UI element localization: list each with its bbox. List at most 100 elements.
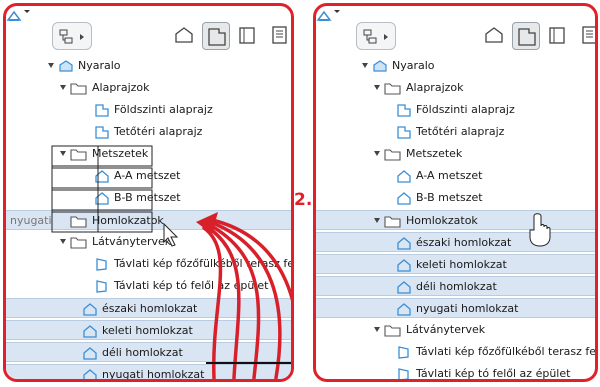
perspective-icon bbox=[398, 368, 409, 379]
step-label-2: 2. bbox=[294, 190, 313, 210]
tree-item-aa[interactable]: A-A metszet bbox=[6, 166, 291, 186]
tree-item-label: Nyaralo bbox=[78, 59, 121, 72]
tree-item-label: nyugati homlokzat bbox=[102, 368, 205, 381]
floor-plan-icon bbox=[95, 104, 109, 117]
elevation-icon bbox=[83, 325, 97, 338]
tree-item-label: Földszinti alaprajz bbox=[416, 103, 515, 116]
tree-item-label: B-B metszet bbox=[416, 191, 483, 204]
view-map-tab[interactable] bbox=[202, 22, 230, 50]
tree-folder-alaprajzok[interactable]: Alaprajzok bbox=[316, 78, 595, 98]
tree-menu-button[interactable] bbox=[52, 22, 92, 50]
perspective-icon bbox=[398, 346, 409, 359]
project-map-tab[interactable] bbox=[480, 22, 508, 50]
publisher-sets-tab[interactable] bbox=[266, 22, 291, 50]
expand-arrow-icon[interactable] bbox=[362, 63, 368, 68]
expand-arrow-icon[interactable] bbox=[374, 327, 380, 332]
tree-item-eszaki[interactable]: északi homlokzat bbox=[316, 232, 595, 252]
tree-item-keleti[interactable]: keleti homlokzat bbox=[316, 254, 595, 274]
elevation-icon bbox=[397, 303, 411, 316]
floor-plan-icon bbox=[95, 126, 109, 139]
perspective-icon bbox=[96, 280, 107, 293]
tree-item-label: A-A metszet bbox=[416, 169, 483, 182]
elevation-icon bbox=[83, 303, 97, 316]
project-house-icon bbox=[373, 60, 387, 72]
tree-item-label: Alaprajzok bbox=[92, 81, 150, 94]
tree-item-tavlati2[interactable]: Távlati kép tó felől az épület bbox=[6, 276, 291, 296]
tree-item-label: déli homlokzat bbox=[102, 346, 183, 359]
navigator-panel-before: Nyaralo Alaprajzok Földszinti alaprajz T… bbox=[3, 3, 294, 382]
expand-arrow-icon[interactable] bbox=[60, 85, 66, 90]
tree-item-label: Távlati kép főzőfülkéből terasz fe bbox=[416, 345, 597, 358]
house-icon bbox=[485, 27, 503, 43]
publisher-sets-tab[interactable] bbox=[576, 22, 595, 50]
project-map-tab[interactable] bbox=[170, 22, 198, 50]
expand-arrow-icon[interactable] bbox=[48, 63, 54, 68]
tree-item-tavlati2[interactable]: Távlati kép tó felől az épület bbox=[316, 364, 595, 379]
tree-item-label: Nyaralo bbox=[392, 59, 435, 72]
project-map-icon[interactable] bbox=[6, 6, 32, 24]
navigator-tree: Nyaralo Alaprajzok Földszinti alaprajz T… bbox=[316, 56, 595, 379]
navigator-toolbar bbox=[356, 20, 595, 54]
tree-folder-metszetek[interactable]: Metszetek bbox=[316, 144, 595, 164]
tree-folder-latvanytervek[interactable]: Látványtervek bbox=[6, 232, 291, 252]
expand-arrow-icon[interactable] bbox=[374, 85, 380, 90]
tree-item-deli[interactable]: déli homlokzat bbox=[316, 276, 595, 296]
project-map-icon[interactable] bbox=[316, 6, 342, 24]
navigator-tree: Nyaralo Alaprajzok Földszinti alaprajz T… bbox=[6, 56, 291, 379]
tree-item-eszaki[interactable]: északi homlokzat bbox=[6, 298, 291, 318]
expand-arrow-icon[interactable] bbox=[374, 218, 380, 223]
folder-icon bbox=[70, 216, 87, 228]
floor-plan-icon bbox=[397, 126, 411, 139]
tree-item-label: A-A metszet bbox=[114, 169, 181, 182]
folder-icon bbox=[384, 149, 401, 161]
layout-book-icon bbox=[549, 27, 565, 44]
tree-item-label: nyugati homlokzat bbox=[416, 302, 519, 315]
expand-arrow-icon[interactable] bbox=[60, 151, 66, 156]
folder-icon bbox=[384, 216, 401, 228]
tree-item-root[interactable]: Nyaralo bbox=[316, 56, 595, 76]
tree-item-label: Homlokzatok bbox=[92, 214, 164, 227]
tree-item-nyugati[interactable]: nyugati homlokzat bbox=[6, 364, 291, 381]
tree-item-root[interactable]: Nyaralo bbox=[6, 56, 291, 76]
tree-item-foldszinti[interactable]: Földszinti alaprajz bbox=[316, 100, 595, 120]
tree-menu-button[interactable] bbox=[356, 22, 396, 50]
tree-item-tetoteri[interactable]: Tetőtéri alaprajz bbox=[6, 122, 291, 142]
tree-item-label: Távlati kép tó felől az épület bbox=[114, 279, 269, 292]
publisher-icon bbox=[272, 26, 287, 44]
tree-item-label: Tetőtéri alaprajz bbox=[416, 125, 505, 138]
view-map-tab[interactable] bbox=[512, 22, 540, 50]
elevation-icon bbox=[397, 237, 411, 250]
folder-icon bbox=[384, 83, 401, 95]
tree-folder-metszetek[interactable]: Metszetek bbox=[6, 144, 291, 164]
tree-item-tavlati1[interactable]: Távlati kép főzőfülkéből terasz fe bbox=[6, 254, 291, 274]
tree-folder-alaprajzok[interactable]: Alaprajzok bbox=[6, 78, 291, 98]
tree-item-bb[interactable]: B-B metszet bbox=[316, 188, 595, 208]
tree-folder-homlokzatok[interactable]: nyugati Homlokzatok bbox=[6, 210, 291, 230]
tree-item-label: Homlokzatok bbox=[406, 214, 478, 227]
view-map-icon bbox=[518, 28, 536, 46]
tree-item-label: déli homlokzat bbox=[416, 280, 497, 293]
tree-item-foldszinti[interactable]: Földszinti alaprajz bbox=[6, 100, 291, 120]
tree-item-label: B-B metszet bbox=[114, 191, 181, 204]
layout-book-tab[interactable] bbox=[234, 22, 262, 50]
drag-ghost-label: nyugati bbox=[10, 214, 52, 227]
expand-arrow-icon[interactable] bbox=[60, 239, 66, 244]
tree-item-aa[interactable]: A-A metszet bbox=[316, 166, 595, 186]
tree-item-label: északi homlokzat bbox=[416, 236, 512, 249]
tree-item-nyugati[interactable]: nyugati homlokzat bbox=[316, 298, 595, 318]
tree-item-label: keleti homlokzat bbox=[416, 258, 507, 271]
tree-item-tetoteri[interactable]: Tetőtéri alaprajz bbox=[316, 122, 595, 142]
expand-arrow-icon[interactable] bbox=[374, 151, 380, 156]
tree-item-bb[interactable]: B-B metszet bbox=[6, 188, 291, 208]
tree-item-keleti[interactable]: keleti homlokzat bbox=[6, 320, 291, 340]
floor-plan-icon bbox=[397, 104, 411, 117]
tree-item-label: Metszetek bbox=[406, 147, 463, 160]
section-icon bbox=[397, 192, 411, 205]
section-icon bbox=[397, 170, 411, 183]
tree-folder-latvanytervek[interactable]: Látványtervek bbox=[316, 320, 595, 340]
tree-item-label: északi homlokzat bbox=[102, 302, 198, 315]
layout-book-tab[interactable] bbox=[544, 22, 572, 50]
tree-item-tavlati1[interactable]: Távlati kép főzőfülkéből terasz fe bbox=[316, 342, 595, 362]
tree-folder-homlokzatok[interactable]: Homlokzatok bbox=[316, 210, 595, 230]
tree-item-deli[interactable]: déli homlokzat bbox=[6, 342, 291, 362]
